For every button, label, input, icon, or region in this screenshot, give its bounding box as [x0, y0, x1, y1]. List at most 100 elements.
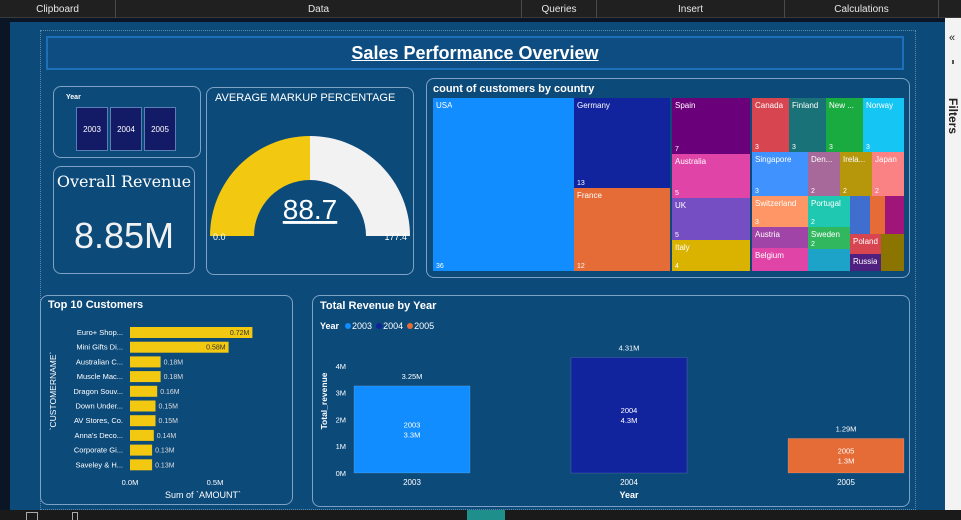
treemap-tile-germany[interactable]: Germany 13 [574, 98, 670, 188]
treemap-tile-count: 3 [755, 188, 759, 195]
x-axis-title: Year [619, 490, 639, 500]
customer-bar[interactable] [130, 400, 156, 412]
treemap-tile-label: USA [436, 101, 453, 110]
treemap-tile-24[interactable] [885, 196, 904, 234]
treemap-tile-count: 36 [436, 263, 444, 270]
customer-bar[interactable] [130, 356, 161, 368]
page-nav-icon[interactable] [72, 512, 78, 520]
report-title-box[interactable]: Sales Performance Overview [46, 36, 904, 70]
y-tick-label: 3M [336, 389, 346, 398]
treemap-tile-norway[interactable]: Norway 3 [863, 98, 904, 152]
year-slicer[interactable]: Year 2003 2004 2005 [53, 86, 201, 158]
treemap-tile-23[interactable] [870, 196, 885, 234]
treemap-tile-portugal[interactable]: Portugal 2 [808, 196, 850, 227]
treemap-tile-canada[interactable]: Canada 3 [752, 98, 789, 152]
treemap-tile-26[interactable] [808, 249, 850, 271]
y-tick-label: 0M [336, 469, 346, 478]
treemap-tile-count: 7 [675, 146, 679, 153]
markup-gauge-card[interactable]: AVERAGE MARKUP PERCENTAGE 88.7 0.0 177.4 [206, 87, 414, 275]
report-title: Sales Performance Overview [351, 42, 599, 63]
treemap-tile-label: New ... [829, 101, 854, 110]
treemap-tile-new[interactable]: New ... 3 [826, 98, 863, 152]
year-slicer-header: Year [66, 94, 81, 101]
treemap-tile-irela[interactable]: Irela... 2 [840, 152, 872, 196]
customer-bar[interactable] [130, 459, 153, 471]
treemap-tile-22[interactable] [850, 196, 870, 234]
treemap-tile-usa[interactable]: USA 36 [433, 98, 574, 271]
overall-revenue-card[interactable]: Overall Revenue 8.85M [53, 166, 195, 274]
treemap-tile-belgium[interactable]: Belgium [752, 248, 808, 271]
ribbon-group-insert[interactable]: Insert [597, 0, 785, 18]
customers-by-country-treemap-card[interactable]: count of customers by country USA 36 Germa… [426, 78, 910, 278]
treemap-tile-poland[interactable]: Poland [850, 234, 881, 254]
treemap-tile-italy[interactable]: Italy 4 [672, 240, 750, 271]
page-view-icon[interactable] [26, 512, 38, 520]
revenue-bar-inner-year: 2003 [404, 420, 421, 429]
customer-bar-value: 0.18M [164, 359, 184, 366]
treemap-tile-count: 2 [811, 219, 815, 226]
customer-bar[interactable] [130, 444, 153, 456]
treemap-tile-den[interactable]: Den... 2 [808, 152, 840, 196]
treemap-tile-count: 3 [755, 144, 759, 151]
treemap-tile-label: Australia [675, 157, 707, 166]
treemap-tile-label: Sweden [811, 230, 840, 239]
y-axis-title: Total_revenue [319, 372, 329, 429]
revenue-bar-inner-value: 4.3M [621, 416, 638, 425]
collapse-chevron-icon[interactable]: « [949, 32, 955, 44]
gauge-min-label: 0.0 [213, 232, 226, 242]
filters-pane[interactable]: « Filters [945, 18, 961, 510]
y-tick-label: 2M [336, 415, 346, 424]
year-option-2004[interactable]: 2004 [110, 107, 142, 151]
treemap-tile-switzerland[interactable]: Switzerland 3 [752, 196, 808, 227]
treemap-tile-count: 3 [866, 144, 870, 151]
treemap-tile-label: Belgium [755, 251, 784, 260]
gauge-chart: 88.7 0.0 177.4 [210, 136, 410, 242]
ribbon-group-data[interactable]: Data [116, 0, 522, 18]
revenue-bar-total: 1.29M [836, 424, 857, 433]
treemap-tile-count: 13 [577, 180, 585, 187]
treemap-tile-japan[interactable]: Japan 2 [872, 152, 904, 196]
ribbon: Clipboard Data Queries Insert Calculations [0, 0, 961, 18]
customer-bar[interactable] [130, 429, 154, 441]
revenue-bar-inner-value: 3.3M [404, 430, 421, 439]
treemap-tile-sweden[interactable]: Sweden 2 [808, 227, 850, 249]
filters-pane-label[interactable]: Filters [946, 98, 960, 134]
treemap-tile-label: Norway [866, 101, 894, 110]
treemap-tile-australia[interactable]: Australia 5 [672, 154, 750, 198]
treemap-tile-label: Canada [755, 101, 784, 110]
year-option-2005[interactable]: 2005 [144, 107, 176, 151]
ribbon-group-calculations[interactable]: Calculations [785, 0, 939, 18]
treemap-tile-austria[interactable]: Austria [752, 227, 808, 248]
customer-bar-value: 0.18M [164, 374, 184, 381]
x-axis-title: Sum of `AMOUNT` [165, 490, 241, 500]
treemap-tile-finland[interactable]: Finland 3 [789, 98, 826, 152]
revenue-by-year-chart-card[interactable]: Total Revenue by Year Year 2003 2004 2005 … [312, 295, 910, 507]
treemap-tile-label: Japan [875, 155, 897, 164]
customer-bar[interactable] [130, 385, 158, 397]
treemap-tile-count: 5 [675, 190, 679, 197]
treemap-tile-count: 3 [792, 144, 796, 151]
x-tick-label: 0.5M [207, 478, 224, 487]
customer-name-label: Australian C... [76, 357, 123, 366]
treemap-tile-label: Poland [853, 237, 878, 246]
treemap-tile-singapore[interactable]: Singapore 3 [752, 152, 808, 196]
active-page-tab[interactable] [467, 510, 505, 520]
x-tick-label: 2004 [620, 478, 638, 487]
customer-bar-value: 0.15M [159, 404, 179, 411]
top-customers-chart-card[interactable]: Top 10 Customers Euro+ Shop... 0.72M Mini … [40, 295, 293, 505]
ribbon-group-queries[interactable]: Queries [522, 0, 597, 18]
overall-revenue-header: Overall Revenue [56, 172, 192, 191]
ribbon-group-clipboard[interactable]: Clipboard [0, 0, 116, 18]
treemap-tile-25[interactable] [881, 234, 904, 271]
revenue-bar-inner-year: 2005 [838, 447, 855, 456]
treemap-tile-uk[interactable]: UK 5 [672, 198, 750, 240]
treemap-tile-russia[interactable]: Russia [850, 254, 881, 271]
customer-bar-value: 0.15M [159, 418, 179, 425]
customer-bar[interactable] [130, 371, 161, 383]
treemap-tile-spain[interactable]: Spain 7 [672, 98, 750, 154]
customer-bar[interactable] [130, 415, 156, 427]
x-tick-label: 0.0M [122, 478, 139, 487]
year-option-2003[interactable]: 2003 [76, 107, 108, 151]
treemap-tile-label: Austria [755, 230, 780, 239]
treemap-tile-france[interactable]: France 12 [574, 188, 670, 271]
